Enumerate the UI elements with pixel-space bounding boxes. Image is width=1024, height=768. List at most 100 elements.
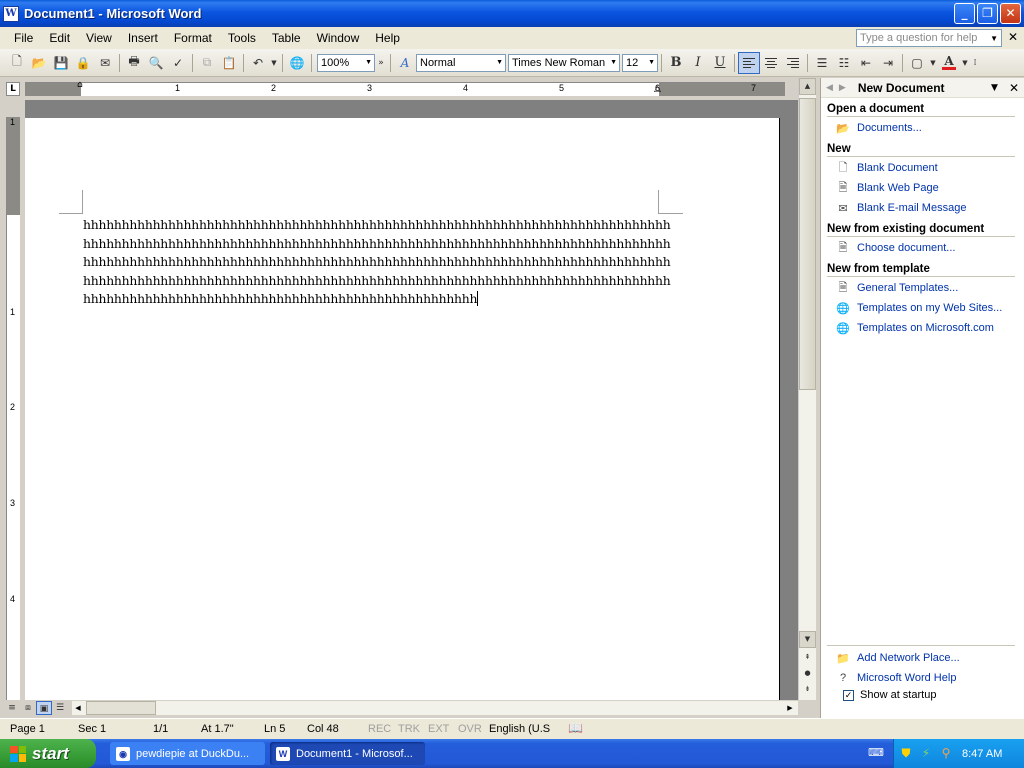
general-templates-link[interactable]: 🗎 General Templates...: [835, 280, 959, 296]
keyboard-icon[interactable]: ⌨: [868, 746, 884, 760]
menu-view[interactable]: View: [78, 31, 120, 45]
tab-selector-button[interactable]: L: [6, 82, 20, 96]
undo-dropdown-icon[interactable]: ▼: [269, 52, 279, 74]
zoom-combo[interactable]: 100% ▼: [317, 53, 375, 72]
undo-icon[interactable]: ↶: [247, 52, 269, 74]
documents-link[interactable]: 📂 Documents...: [835, 120, 922, 136]
font-size-combo[interactable]: 12 ▼: [622, 53, 658, 72]
borders-icon[interactable]: ▢: [906, 52, 928, 74]
normal-view-button[interactable]: ≡: [4, 701, 20, 715]
horizontal-scroll-thumb[interactable]: [86, 701, 156, 715]
previous-page-button[interactable]: ⇞: [799, 650, 816, 667]
word-app-icon[interactable]: W: [3, 5, 19, 22]
clock[interactable]: 8:47 AM: [962, 748, 1002, 760]
outline-view-button[interactable]: ☰: [52, 701, 68, 715]
horizontal-scrollbar[interactable]: ◀ ▶: [72, 701, 798, 715]
numbering-icon[interactable]: ☰: [811, 52, 833, 74]
save-icon[interactable]: 💾: [50, 52, 72, 74]
spelling-status-icon[interactable]: 📖: [568, 721, 583, 735]
status-rec[interactable]: REC: [368, 723, 391, 735]
restore-button[interactable]: ❐: [977, 3, 998, 24]
title-bar[interactable]: W Document1 - Microsoft Word _ ❐ ✕: [0, 0, 1024, 27]
word-help-link[interactable]: ? Microsoft Word Help: [835, 670, 957, 686]
font-color-dropdown-icon[interactable]: ▼: [960, 52, 970, 74]
styles-formatting-icon[interactable]: A: [394, 52, 416, 74]
dropdown-arrow-icon[interactable]: ▼: [648, 59, 655, 66]
web-layout-view-button[interactable]: ⧈: [20, 701, 36, 715]
align-left-button[interactable]: [738, 51, 760, 74]
add-network-place-link[interactable]: 📁 Add Network Place...: [835, 650, 960, 666]
hanging-indent-marker[interactable]: ⌂: [77, 80, 83, 90]
permission-icon[interactable]: 🔒: [72, 52, 94, 74]
status-ext[interactable]: EXT: [428, 723, 449, 735]
menu-tools[interactable]: Tools: [220, 31, 264, 45]
style-combo[interactable]: Normal ▼: [416, 53, 506, 72]
blank-email-link[interactable]: ✉ Blank E-mail Message: [835, 200, 966, 216]
task-pane-close-icon[interactable]: ✕: [1009, 81, 1019, 95]
document-page[interactable]: hhhhhhhhhhhhhhhhhhhhhhhhhhhhhhhhhhhhhhhh…: [25, 118, 780, 700]
show-at-startup-checkbox[interactable]: ✓: [843, 689, 854, 701]
open-folder-icon[interactable]: 📂: [28, 52, 50, 74]
search-icon[interactable]: ⚲: [938, 746, 954, 762]
select-browse-object-button[interactable]: ●: [799, 666, 816, 683]
close-button[interactable]: ✕: [1000, 3, 1021, 24]
show-at-startup-option[interactable]: ✓ Show at startup: [843, 689, 936, 701]
vertical-scroll-thumb[interactable]: [799, 98, 816, 390]
vertical-ruler[interactable]: 1 1 2 3 4: [6, 117, 20, 702]
scroll-up-button[interactable]: ▲: [799, 78, 816, 95]
menu-insert[interactable]: Insert: [120, 31, 166, 45]
start-button[interactable]: start: [0, 739, 96, 768]
hyperlink-icon[interactable]: 🌐: [286, 52, 308, 74]
blank-web-page-link[interactable]: 🗎 Blank Web Page: [835, 180, 939, 196]
bold-button[interactable]: B: [665, 52, 687, 74]
print-layout-view-button[interactable]: ▣: [36, 701, 52, 715]
choose-document-link[interactable]: 🗎 Choose document...: [835, 240, 956, 256]
task-pane-menu-icon[interactable]: ▼: [991, 83, 998, 93]
toolbar-options-icon[interactable]: ⁞: [970, 52, 980, 74]
email-icon[interactable]: ✉: [94, 52, 116, 74]
scroll-down-button[interactable]: ▼: [799, 631, 816, 648]
close-document-icon[interactable]: ✕: [1008, 30, 1018, 44]
print-preview-icon[interactable]: 🔍: [145, 52, 167, 74]
borders-dropdown-icon[interactable]: ▼: [928, 52, 938, 74]
menu-format[interactable]: Format: [166, 31, 220, 45]
menu-window[interactable]: Window: [309, 31, 368, 45]
menu-edit[interactable]: Edit: [41, 31, 78, 45]
italic-button[interactable]: I: [687, 52, 709, 74]
menu-help[interactable]: Help: [367, 31, 408, 45]
dropdown-arrow-icon[interactable]: ▼: [365, 59, 372, 66]
paste-icon[interactable]: 📋: [218, 52, 240, 74]
horizontal-ruler[interactable]: ⌂ △ 1 2 3 4 5 6 7: [25, 80, 785, 96]
scroll-right-button[interactable]: ▶: [784, 701, 796, 715]
help-question-box[interactable]: Type a question for help ▼: [856, 29, 1002, 47]
font-color-button[interactable]: A: [938, 52, 960, 74]
align-center-button[interactable]: [760, 52, 782, 74]
dropdown-arrow-icon[interactable]: ▼: [496, 59, 503, 66]
print-icon[interactable]: 🖶: [123, 52, 145, 74]
dropdown-arrow-icon[interactable]: ▼: [610, 59, 617, 66]
increase-indent-icon[interactable]: ⇥: [877, 52, 899, 74]
more-buttons-icon[interactable]: »: [375, 52, 387, 74]
minimize-button[interactable]: _: [954, 3, 975, 24]
menu-table[interactable]: Table: [264, 31, 309, 45]
menu-file[interactable]: File: [6, 31, 41, 45]
network-icon[interactable]: ⚡: [918, 746, 934, 762]
scroll-left-button[interactable]: ◀: [72, 701, 84, 715]
bullets-icon[interactable]: ☷: [833, 52, 855, 74]
spelling-icon[interactable]: ✓: [167, 52, 189, 74]
taskbar-item-browser[interactable]: ◉ pewdiepie at DuckDu...: [110, 742, 265, 765]
align-right-button[interactable]: [782, 52, 804, 74]
blank-document-link[interactable]: 🗋 Blank Document: [835, 160, 938, 176]
dropdown-arrow-icon[interactable]: ▼: [990, 34, 998, 43]
microsoft-templates-link[interactable]: 🌐 Templates on Microsoft.com: [835, 320, 994, 336]
status-trk[interactable]: TRK: [398, 723, 420, 735]
forward-arrow-icon[interactable]: ▶: [839, 83, 846, 93]
vertical-scrollbar[interactable]: ▲ ▼ ⇞ ● ⇟: [798, 78, 816, 700]
new-document-icon[interactable]: 🗋: [6, 52, 28, 74]
next-page-button[interactable]: ⇟: [799, 682, 816, 699]
security-shield-icon[interactable]: ⛊: [898, 746, 914, 762]
document-body[interactable]: hhhhhhhhhhhhhhhhhhhhhhhhhhhhhhhhhhhhhhhh…: [83, 216, 671, 309]
copy-icon[interactable]: ⧉: [196, 52, 218, 74]
status-ovr[interactable]: OVR: [458, 723, 482, 735]
back-arrow-icon[interactable]: ◀: [826, 83, 833, 93]
